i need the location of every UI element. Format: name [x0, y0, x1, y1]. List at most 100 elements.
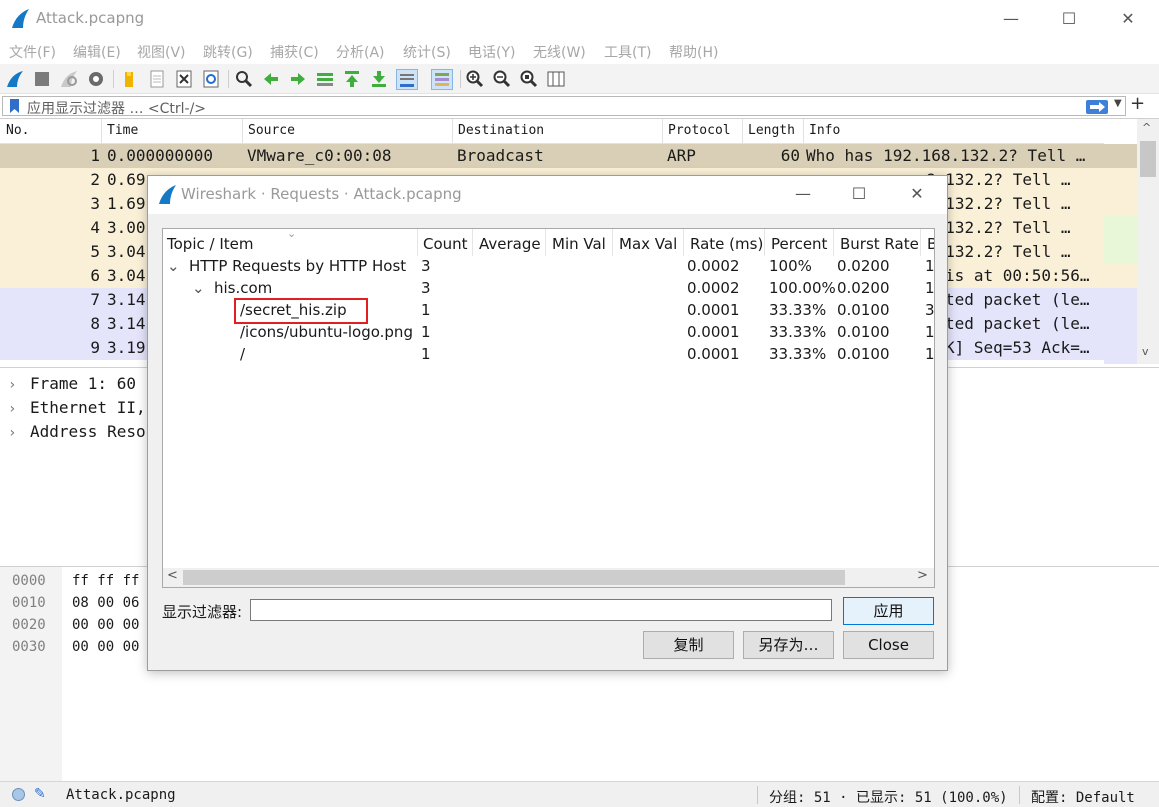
menu-statistics[interactable]: 统计(S)	[403, 42, 451, 62]
scroll-thumb[interactable]	[1140, 141, 1156, 177]
chevron-down-icon[interactable]: ⌄	[192, 279, 205, 297]
scroll-thumb[interactable]	[183, 570, 845, 585]
chevron-down-icon[interactable]: ⌄	[167, 257, 180, 275]
add-filter-button[interactable]: +	[1130, 93, 1145, 114]
chevron-down-icon[interactable]: ▼	[1114, 98, 1122, 109]
reload-icon[interactable]	[201, 69, 223, 90]
column-header-info[interactable]: Info	[809, 123, 840, 138]
status-separator	[757, 786, 758, 804]
hex-bytes[interactable]: ff ff ff	[72, 573, 139, 589]
colorize-icon[interactable]	[431, 69, 453, 90]
close-button[interactable]: Close	[843, 631, 934, 659]
restart-fin-icon[interactable]	[59, 69, 81, 90]
dialog-maximize-button[interactable]: ☐	[839, 180, 879, 208]
apply-button[interactable]: 应用	[843, 597, 934, 625]
hex-bytes[interactable]: 00 00 00	[72, 617, 139, 633]
column-header-percent[interactable]: Percent	[771, 235, 827, 253]
shark-fin-start-icon[interactable]	[5, 69, 27, 90]
column-header-burst-rate[interactable]: Burst Rate	[840, 235, 919, 253]
menu-file[interactable]: 文件(F)	[9, 42, 56, 62]
copy-button[interactable]: 复制	[643, 631, 734, 659]
detail-row-ethernet[interactable]: › Ethernet II,	[8, 398, 146, 417]
minimize-button[interactable]: —	[991, 4, 1031, 34]
go-first-icon[interactable]	[342, 69, 364, 90]
zoom-reset-icon[interactable]	[519, 69, 541, 90]
menu-go[interactable]: 跳转(G)	[203, 42, 253, 62]
status-profile[interactable]: 配置: Default	[1031, 787, 1135, 807]
column-header-count[interactable]: Count	[423, 235, 468, 253]
open-folder-icon[interactable]	[119, 69, 141, 90]
requests-dialog: Wireshark · Requests · Attack.pcapng — ☐…	[147, 175, 948, 671]
stop-square-icon[interactable]	[32, 69, 54, 90]
toolbar-separator	[460, 70, 461, 88]
column-header-time[interactable]: Time	[107, 123, 138, 138]
resize-columns-icon[interactable]	[546, 69, 568, 90]
zoom-out-icon[interactable]	[492, 69, 514, 90]
column-header-protocol[interactable]: Protocol	[668, 123, 731, 138]
stats-row-uri[interactable]: /icons/ubuntu-logo.png 1 0.0001 33.33% 0…	[163, 322, 934, 344]
dialog-filter-input[interactable]	[250, 599, 832, 621]
chevron-right-icon[interactable]: ›	[8, 377, 30, 393]
stats-row-uri[interactable]: / 1 0.0001 33.33% 0.0100 1	[163, 344, 934, 366]
menu-analyze[interactable]: 分析(A)	[336, 42, 385, 62]
detail-row-frame[interactable]: › Frame 1: 60	[8, 374, 136, 393]
column-header-source[interactable]: Source	[248, 123, 295, 138]
chevron-right-icon[interactable]: ›	[8, 425, 30, 441]
expert-info-icon[interactable]	[12, 788, 25, 801]
column-header-length[interactable]: Length	[748, 123, 795, 138]
go-back-arrow-icon[interactable]	[261, 69, 283, 90]
packet-time: 0.000000000	[107, 146, 213, 165]
file-icon[interactable]	[147, 69, 169, 90]
edit-comment-icon[interactable]: ✎	[34, 786, 46, 802]
stats-row-host[interactable]: ⌄ his.com 3 0.0002 100.00% 0.0200 1	[163, 278, 934, 300]
go-forward-arrow-icon[interactable]	[288, 69, 310, 90]
dialog-minimize-button[interactable]: —	[783, 180, 823, 208]
go-last-icon[interactable]	[369, 69, 391, 90]
packet-minimap[interactable]	[1104, 119, 1137, 364]
menu-edit[interactable]: 编辑(E)	[73, 42, 121, 62]
column-header-no[interactable]: No.	[6, 123, 29, 138]
stats-tree-hscrollbar[interactable]: < >	[163, 568, 934, 587]
menu-tools[interactable]: 工具(T)	[604, 42, 651, 62]
save-as-button[interactable]: 另存为…	[743, 631, 834, 659]
column-separator	[545, 229, 546, 256]
go-to-packet-icon[interactable]	[315, 69, 337, 90]
hex-bytes[interactable]: 08 00 06	[72, 595, 139, 611]
menu-view[interactable]: 视图(V)	[137, 42, 186, 62]
column-header-rate[interactable]: Rate (ms)	[690, 235, 763, 253]
column-header-max-val[interactable]: Max Val	[619, 235, 677, 253]
zoom-in-icon[interactable]	[465, 69, 487, 90]
column-header-destination[interactable]: Destination	[458, 123, 544, 138]
bookmark-icon[interactable]	[9, 99, 20, 113]
menu-help[interactable]: 帮助(H)	[669, 42, 718, 62]
maximize-button[interactable]: ☐	[1049, 4, 1089, 34]
chevron-left-icon[interactable]: <	[167, 568, 178, 583]
menu-wireless[interactable]: 无线(W)	[533, 42, 586, 62]
column-header-min-val[interactable]: Min Val	[552, 235, 606, 253]
close-window-button[interactable]: ✕	[1108, 4, 1148, 34]
find-magnifier-icon[interactable]	[234, 69, 256, 90]
packet-no: 5	[90, 242, 100, 261]
display-filter-input[interactable]: 应用显示过滤器 … <Ctrl-/> ▼	[2, 96, 1126, 117]
column-header-topic[interactable]: Topic / Item	[167, 235, 253, 253]
options-gear-icon[interactable]	[86, 69, 108, 90]
hex-bytes[interactable]: 00 00 00	[72, 639, 139, 655]
apply-filter-arrow-icon[interactable]	[1086, 100, 1108, 114]
menu-capture[interactable]: 捕获(C)	[270, 42, 319, 62]
chevron-right-icon[interactable]: ›	[8, 401, 30, 417]
chevron-down-icon[interactable]: v	[1142, 345, 1149, 358]
column-header-burst-start[interactable]: B	[927, 235, 934, 253]
chevron-right-icon[interactable]: >	[917, 568, 928, 583]
stats-count: 1	[421, 345, 431, 363]
packet-row[interactable]: 1 0.000000000 VMware_c0:00:08 Broadcast …	[0, 144, 1104, 168]
stats-row-host-group[interactable]: ⌄ HTTP Requests by HTTP Host 3 0.0002 10…	[163, 256, 934, 278]
dialog-close-icon[interactable]: ✕	[897, 180, 937, 208]
detail-row-arp[interactable]: › Address Reso	[8, 422, 146, 441]
menu-telephony[interactable]: 电话(Y)	[468, 42, 515, 62]
autoscroll-icon[interactable]	[396, 69, 418, 90]
packet-list-scrollbar[interactable]: ^ v	[1137, 119, 1159, 364]
wireshark-logo-icon	[159, 185, 176, 204]
close-file-icon[interactable]	[174, 69, 196, 90]
chevron-up-icon[interactable]: ^	[1142, 121, 1151, 134]
column-header-average[interactable]: Average	[479, 235, 541, 253]
